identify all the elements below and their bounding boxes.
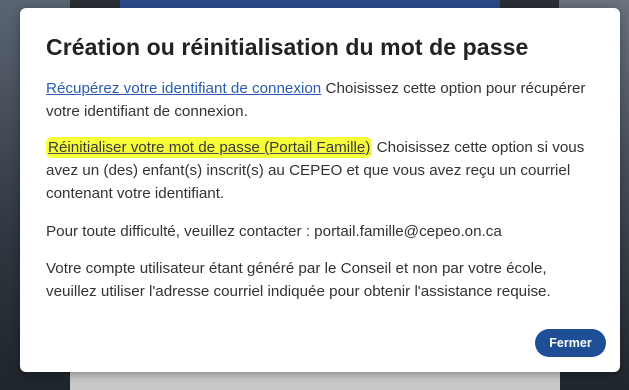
account-info-paragraph: Votre compte utilisateur étant généré pa… xyxy=(46,260,551,300)
password-dialog: Création ou réinitialisation du mot de p… xyxy=(20,8,620,372)
contact-paragraph: Pour toute difficulté, veuillez contacte… xyxy=(46,223,502,240)
recover-option-paragraph: Récupérez votre identifiant de connexion… xyxy=(46,77,586,123)
recover-identifier-link[interactable]: Récupérez votre identifiant de connexion xyxy=(46,80,321,97)
reset-password-link[interactable]: Réinitialiser votre mot de passe (Portai… xyxy=(46,137,373,158)
dialog-title: Création ou réinitialisation du mot de p… xyxy=(46,34,529,60)
close-button[interactable]: Fermer xyxy=(535,329,606,357)
reset-option-paragraph: Réinitialiser votre mot de passe (Portai… xyxy=(46,136,586,205)
